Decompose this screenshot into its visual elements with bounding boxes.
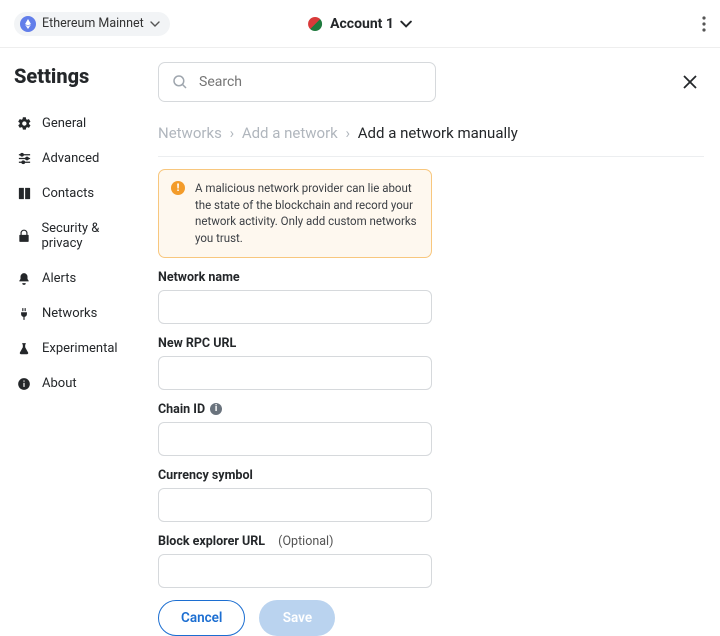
sidebar-item-label: Alerts — [42, 271, 76, 286]
network-name: Ethereum Mainnet — [42, 16, 144, 31]
breadcrumb-current: Add a network manually — [358, 124, 518, 142]
warning-text: A malicious network provider can lie abo… — [195, 180, 419, 247]
sidebar-item-alerts[interactable]: Alerts — [14, 261, 142, 296]
breadcrumb: Networks › Add a network › Add a network… — [158, 124, 704, 142]
sidebar-item-general[interactable]: General — [14, 106, 142, 141]
save-button[interactable]: Save — [259, 600, 335, 636]
sidebar-item-networks[interactable]: Networks — [14, 296, 142, 331]
close-button[interactable] — [676, 68, 704, 96]
flask-icon — [16, 342, 32, 356]
gear-icon — [16, 116, 32, 131]
sidebar-item-label: Networks — [42, 306, 97, 321]
lock-icon — [16, 229, 31, 243]
chain-id-label: Chain ID i — [158, 402, 432, 417]
rpc-url-input[interactable] — [158, 356, 432, 390]
rpc-url-label: New RPC URL — [158, 336, 432, 351]
warning-icon: ! — [171, 181, 185, 195]
currency-symbol-label: Currency symbol — [158, 468, 432, 483]
network-name-input[interactable] — [158, 290, 432, 324]
contacts-icon — [16, 186, 32, 201]
settings-sidebar: Settings General Advanced Contacts Secur… — [0, 48, 148, 600]
sliders-icon — [16, 151, 32, 166]
settings-content: Networks › Add a network › Add a network… — [148, 48, 720, 600]
chevron-down-icon — [400, 18, 412, 30]
sidebar-item-label: General — [42, 116, 86, 131]
chevron-right-icon: › — [346, 124, 351, 142]
search-box[interactable] — [158, 62, 436, 102]
search-input[interactable] — [199, 74, 423, 90]
sidebar-item-advanced[interactable]: Advanced — [14, 141, 142, 176]
info-icon[interactable]: i — [210, 403, 222, 415]
bell-icon — [16, 272, 32, 286]
sidebar-item-label: Advanced — [42, 151, 99, 166]
add-network-form: Network name New RPC URL Chain ID i Curr… — [158, 270, 432, 636]
sidebar-item-label: Experimental — [42, 341, 118, 356]
network-selector[interactable]: Ethereum Mainnet — [14, 12, 170, 36]
sidebar-item-about[interactable]: About — [14, 366, 142, 401]
top-bar: Ethereum Mainnet Account 1 — [0, 0, 720, 48]
chevron-down-icon — [150, 19, 160, 29]
account-name: Account 1 — [330, 16, 394, 32]
sidebar-item-label: Contacts — [42, 186, 94, 201]
breadcrumb-add-network[interactable]: Add a network — [242, 124, 338, 142]
warning-banner: ! A malicious network provider can lie a… — [158, 169, 432, 258]
sidebar-item-contacts[interactable]: Contacts — [14, 176, 142, 211]
cancel-button[interactable]: Cancel — [158, 600, 245, 636]
breadcrumb-networks[interactable]: Networks — [158, 124, 222, 142]
info-icon — [16, 377, 32, 391]
kebab-menu[interactable] — [702, 16, 706, 32]
currency-symbol-input[interactable] — [158, 488, 432, 522]
account-selector[interactable]: Account 1 — [308, 16, 412, 32]
sidebar-item-label: Security & privacy — [41, 221, 140, 251]
divider — [158, 156, 704, 157]
block-explorer-label: Block explorer URL (Optional) — [158, 534, 432, 549]
network-name-label: Network name — [158, 270, 432, 285]
sidebar-item-experimental[interactable]: Experimental — [14, 331, 142, 366]
plug-icon — [16, 307, 32, 321]
account-avatar-icon — [308, 17, 322, 31]
block-explorer-input[interactable] — [158, 554, 432, 588]
sidebar-item-security[interactable]: Security & privacy — [14, 211, 142, 261]
ethereum-icon — [20, 16, 36, 32]
search-icon — [171, 73, 189, 91]
chevron-right-icon: › — [230, 124, 235, 142]
settings-title: Settings — [14, 64, 142, 88]
sidebar-item-label: About — [42, 376, 77, 391]
chain-id-input[interactable] — [158, 422, 432, 456]
